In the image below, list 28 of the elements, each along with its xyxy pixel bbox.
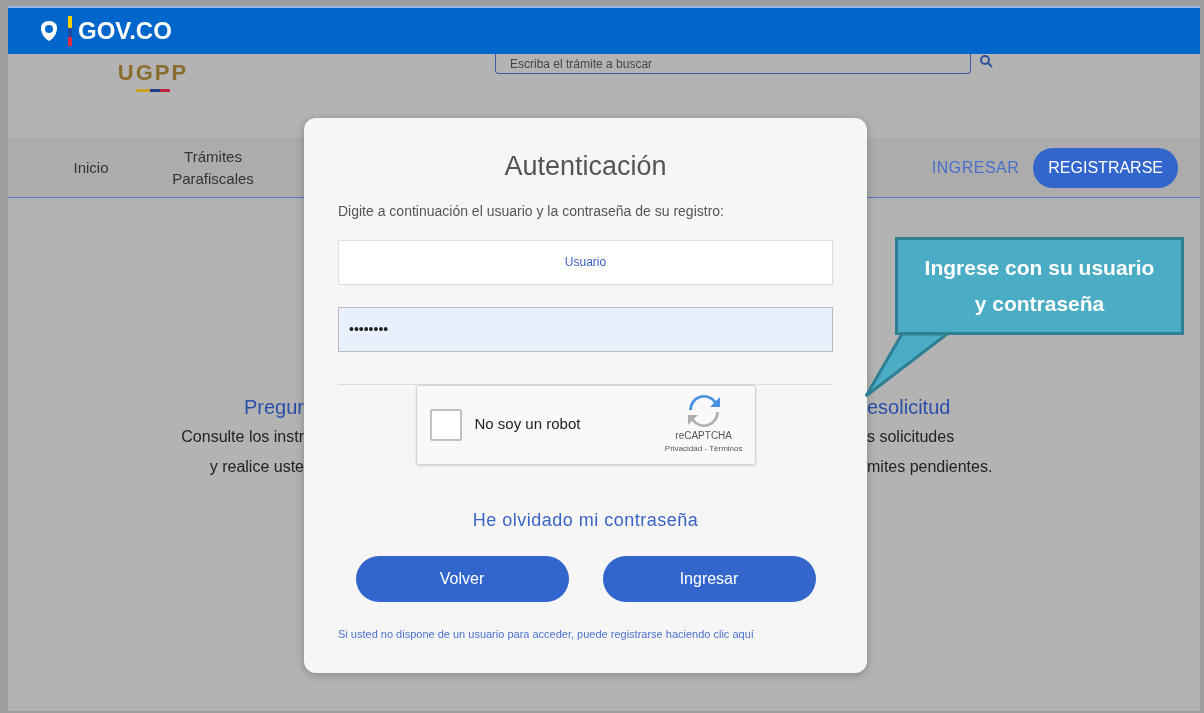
- recaptcha-logo-icon: [685, 394, 722, 428]
- logo-text: UGPP: [117, 59, 189, 87]
- flag-stripe-icon: [68, 16, 72, 46]
- nav-link[interactable]: Trámites Parafiscales: [158, 145, 268, 190]
- section-text: y realice uste: [209, 457, 304, 477]
- captcha-checkbox[interactable]: [429, 408, 462, 441]
- password-field[interactable]: ••••••••: [338, 306, 833, 352]
- register-hint-link[interactable]: Si usted no dispone de un usuario para acceder, puede registrarse haciendo clic aquí: [338, 625, 754, 642]
- dialog-button[interactable]: Ingresar: [602, 555, 816, 602]
- brand-text: GOV.CO: [78, 16, 172, 46]
- recaptcha-brand: reCAPTCHA: [675, 429, 732, 443]
- section-text: s solicitudes: [867, 427, 955, 447]
- captcha-label: No soy un robot: [474, 414, 581, 435]
- recaptcha-links[interactable]: Privacidad - Términos: [664, 443, 743, 455]
- search-field[interactable]: Escriba el trámite a buscar: [495, 54, 971, 74]
- instruction-text: Digite a continuación el usuario y la contraseña de su registro:: [338, 201, 724, 221]
- register-button[interactable]: REGISTRARSE: [1033, 147, 1178, 188]
- section-title: esolicitud: [867, 395, 951, 420]
- section-title: Pregur: [243, 395, 304, 420]
- search-icon[interactable]: [979, 54, 993, 68]
- username-field[interactable]: Usuario: [338, 239, 833, 285]
- section-text: Consulte los instr: [181, 427, 304, 447]
- color-stripe-icon: [136, 89, 170, 92]
- section-text: mites pendientes.: [867, 457, 993, 477]
- dialog-button[interactable]: Volver: [355, 555, 569, 602]
- forgot-password-link[interactable]: He olvidado mi contraseña: [472, 506, 699, 534]
- dialog-title: Autenticación: [504, 150, 667, 183]
- nav-link[interactable]: Inicio: [66, 156, 116, 179]
